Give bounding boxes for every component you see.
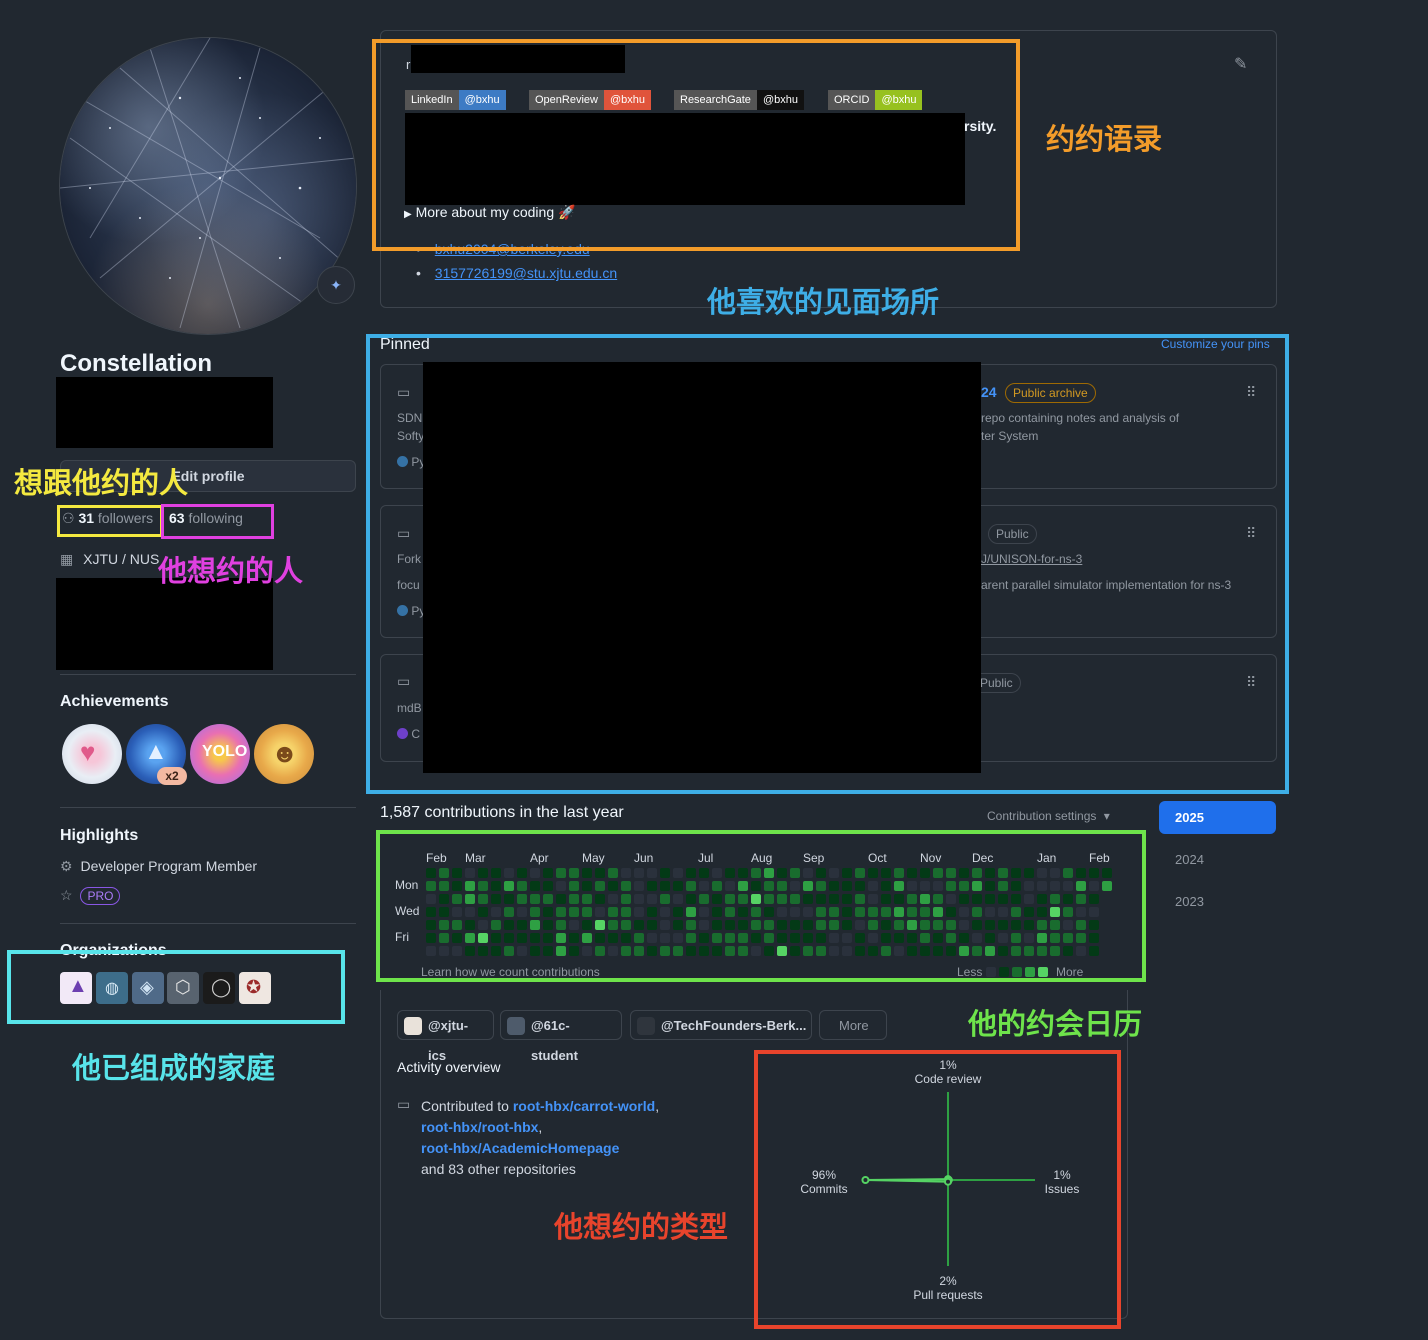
highlight-developer-program: ⚙ Developer Program Member [60, 858, 257, 875]
status-emoji-icon: ✦ [330, 277, 342, 293]
org-filter-label: @61c-student [531, 1018, 578, 1063]
annotation-box-calendar [376, 830, 1146, 982]
pro-badge: PRO [80, 887, 121, 905]
profile-name: Constellation [60, 350, 213, 377]
redacted-profile-details [56, 578, 273, 670]
email-item: • 3157726199@stu.xjtu.edu.cn [416, 265, 617, 281]
annotation-box-meet-place [366, 334, 1289, 794]
achievements-title: Achievements [60, 693, 169, 710]
profile-organization: ▦ XJTU / NUS [60, 551, 159, 568]
org-logo-icon [507, 1017, 525, 1035]
heart-on-sleeve-badge[interactable]: ♥ [62, 724, 122, 784]
annotation-box-types [754, 1050, 1121, 1329]
annotation-meet-place: 他喜欢的见面场所 [707, 287, 940, 319]
highlights-title: Highlights [60, 827, 139, 844]
contributed-to-label: Contributed to [421, 1098, 509, 1114]
yolo-badge[interactable]: YOLO [190, 724, 250, 784]
repo-icon: ▭ [397, 1096, 411, 1112]
more-orgs-button[interactable]: More [819, 1010, 887, 1040]
star-icon: ☆ [60, 887, 73, 903]
chevron-down-icon: ▾ [1103, 809, 1110, 823]
cowboy-icon: ☻ [271, 738, 299, 768]
org-filter-61c-student[interactable]: @61c-student [500, 1010, 622, 1063]
yolo-icon: YOLO [202, 743, 248, 760]
contribution-settings-label: Contribution settings [987, 809, 1097, 823]
annotation-family: 他已组成的家庭 [72, 1053, 276, 1085]
annotation-box-quote [372, 39, 1020, 251]
organization-text: XJTU / NUS [83, 551, 160, 567]
annotation-types: 他想约的类型 [554, 1212, 729, 1244]
annotation-box-family [7, 950, 345, 1024]
highlight-text: Developer Program Member [80, 858, 258, 874]
year-button-2025[interactable]: 2025 [1159, 801, 1276, 834]
annotation-followers: 想跟他约的人 [14, 468, 189, 500]
repo-link[interactable]: root-hbx/root-hbx [421, 1119, 538, 1135]
activity-overview-title: Activity overview [397, 1059, 501, 1075]
org-filter-xjtu-ics[interactable]: @xjtu-ics [397, 1010, 494, 1063]
achievement-multiplier: x2 [157, 767, 187, 785]
annotation-calendar: 他的约会日历 [968, 1009, 1143, 1041]
divider [60, 807, 356, 808]
set-status-button[interactable]: ✦ [317, 266, 355, 304]
annotation-box-followers [57, 505, 163, 537]
year-button-2023[interactable]: 2023 [1159, 885, 1276, 918]
heart-icon: ♥ [80, 737, 96, 767]
other-repos-text: and 83 other repositories [421, 1161, 576, 1177]
divider [60, 923, 356, 924]
highlight-pro: ☆ PRO [60, 887, 121, 905]
redacted-username [56, 377, 273, 448]
bullet-icon: • [416, 265, 421, 281]
org-filter-techfounders[interactable]: @TechFounders-Berk... [630, 1010, 812, 1040]
email-link[interactable]: 3157726199@stu.xjtu.edu.cn [435, 265, 617, 281]
building-icon: ▦ [60, 551, 74, 567]
contribution-settings-dropdown[interactable]: Contribution settings ▾ [987, 809, 1110, 823]
org-logo-icon [637, 1017, 655, 1035]
cpu-icon: ⚙ [60, 858, 73, 874]
org-logo-icon [404, 1017, 422, 1035]
repo-link[interactable]: root-hbx/AcademicHomepage [421, 1140, 619, 1156]
edit-readme-pencil-icon[interactable]: ✎ [1234, 54, 1247, 74]
contributed-to-text: Contributed to root-hbx/carrot-world, ro… [421, 1098, 660, 1177]
profile-avatar[interactable] [60, 38, 356, 334]
repo-link[interactable]: root-hbx/carrot-world [513, 1098, 655, 1114]
divider [60, 674, 356, 675]
contribution-summary: 1,587 contributions in the last year [380, 804, 624, 821]
quickdraw-badge[interactable]: ☻ [254, 724, 314, 784]
annotation-box-following [161, 504, 274, 539]
annotation-following: 他想约的人 [158, 556, 304, 588]
annotation-quote: 约约语录 [1046, 124, 1163, 156]
org-filter-label: @TechFounders-Berk... [661, 1018, 807, 1033]
shark-icon: ▲ [144, 738, 168, 765]
year-button-2024[interactable]: 2024 [1159, 843, 1276, 876]
